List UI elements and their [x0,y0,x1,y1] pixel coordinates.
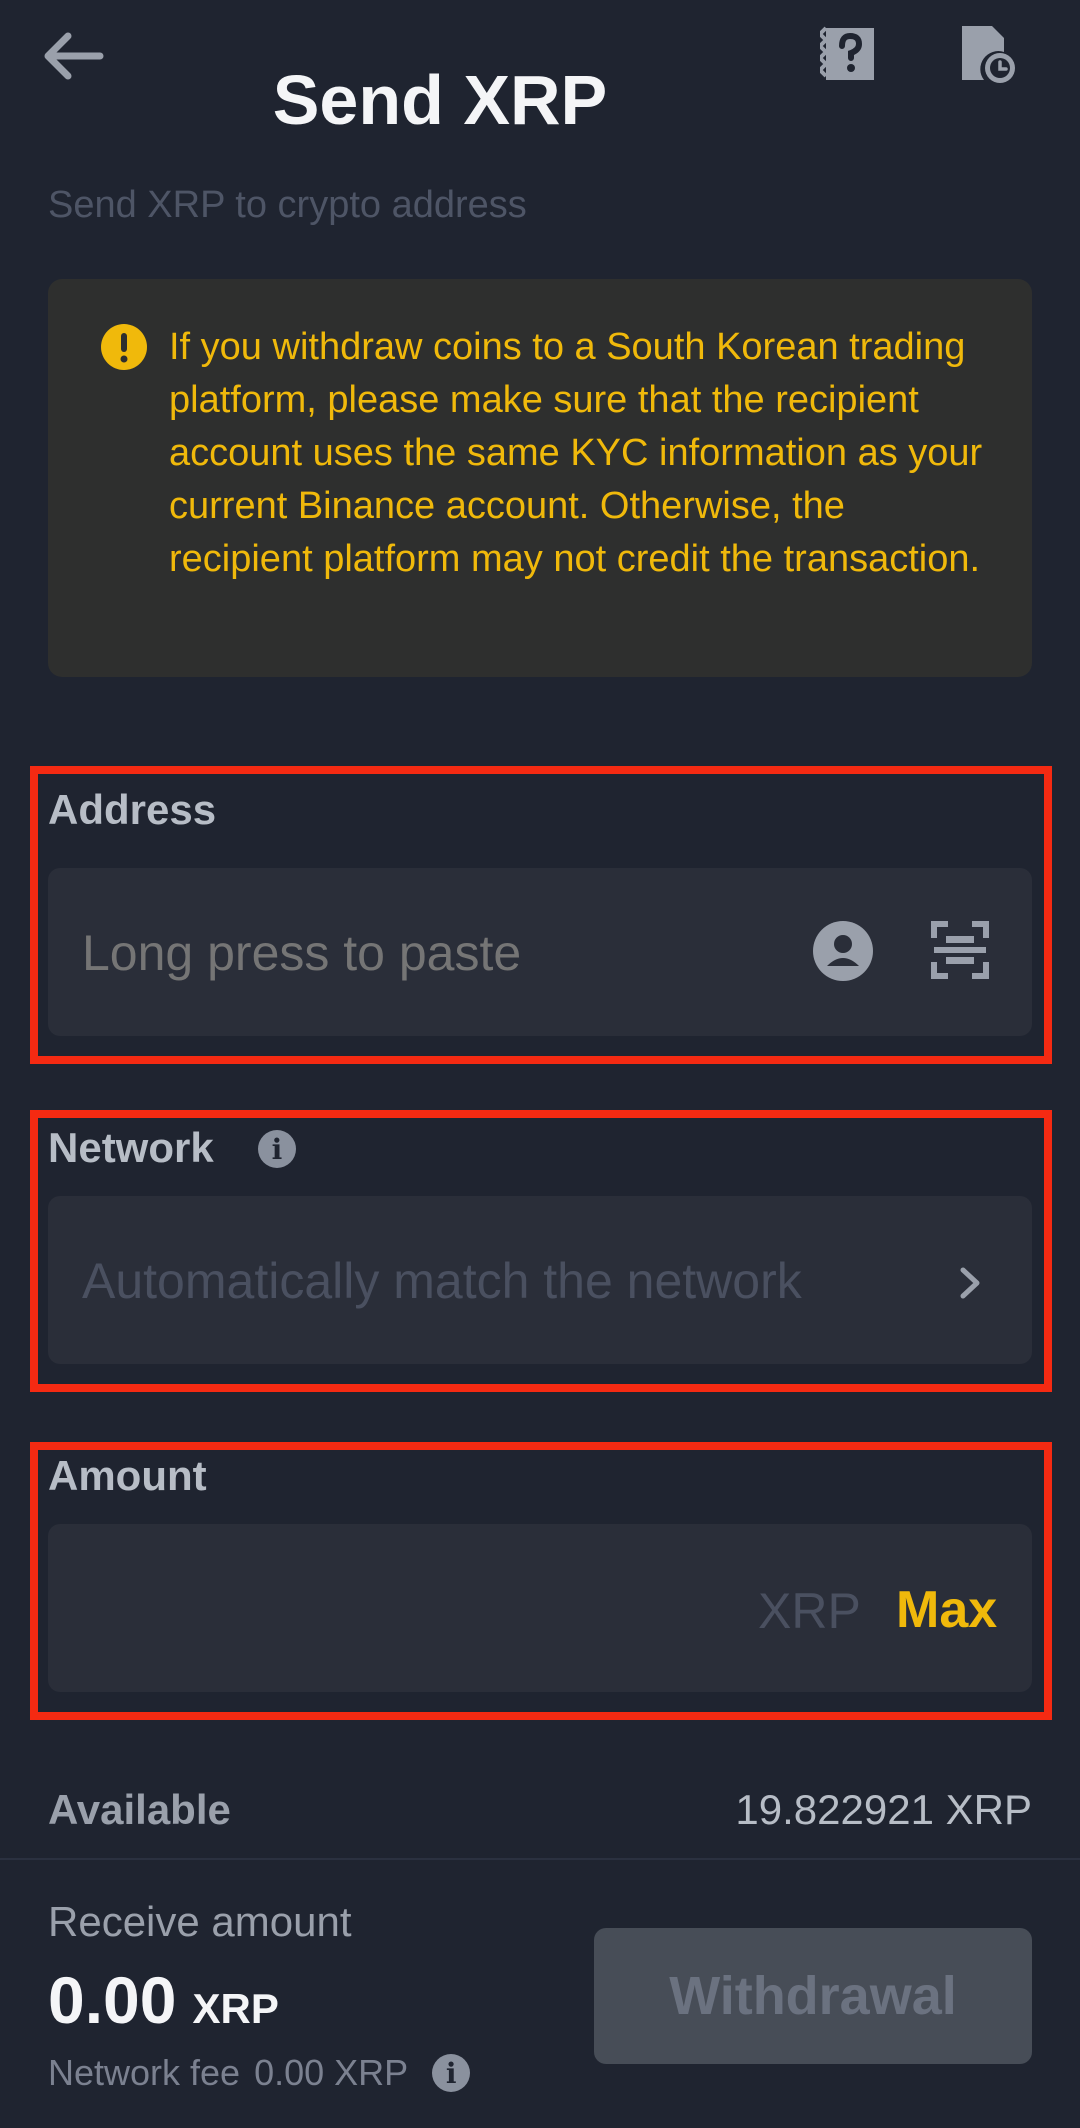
network-label: Network [48,1124,214,1171]
page-subtitle: Send XRP to crypto address [48,184,527,226]
address-book-button[interactable] [812,920,874,982]
address-field[interactable] [48,868,1032,1036]
history-document-icon [962,26,1015,83]
max-button[interactable]: Max [896,1580,997,1640]
exclamation-icon [101,324,147,370]
receive-amount: 0.00 XRP [48,1962,279,2038]
address-input[interactable] [82,918,782,988]
amount-field[interactable]: XRP Max [48,1524,1032,1692]
available-label: Available [48,1786,231,1833]
address-label: Address [48,786,217,833]
address-book-icon [813,921,873,981]
history-button[interactable] [952,18,1024,90]
network-fee: Network fee 0.00 XRP i [48,2052,471,2094]
network-fee-value: 0.00 XRP [254,2052,409,2093]
network-placeholder: Automatically match the network [82,1253,802,1309]
warning-text: If you withdraw coins to a South Korean … [169,326,983,580]
info-icon[interactable]: i [432,2054,471,2092]
amount-label: Amount [48,1452,207,1499]
receive-amount-label: Receive amount [48,1898,352,1945]
network-select[interactable]: Automatically match the network [48,1196,1032,1364]
warning-banner: If you withdraw coins to a South Korean … [48,279,1032,677]
network-fee-label: Network fee [48,2052,241,2093]
amount-currency: XRP [758,1583,861,1639]
chevron-right-icon [960,1267,980,1299]
receive-amount-value: 0.00 [48,1963,177,2037]
scan-qr-icon [931,921,989,979]
scan-qr-button[interactable] [930,920,990,980]
available-value: 19.822921 XRP [735,1786,1032,1833]
bottom-divider [0,1858,1080,1860]
amount-input[interactable] [82,1574,742,1644]
page-title: Send XRP [272,61,608,139]
info-icon[interactable]: i [258,1130,296,1168]
withdrawal-button[interactable]: Withdrawal [594,1928,1032,2064]
receive-amount-currency: XRP [192,1985,279,2032]
